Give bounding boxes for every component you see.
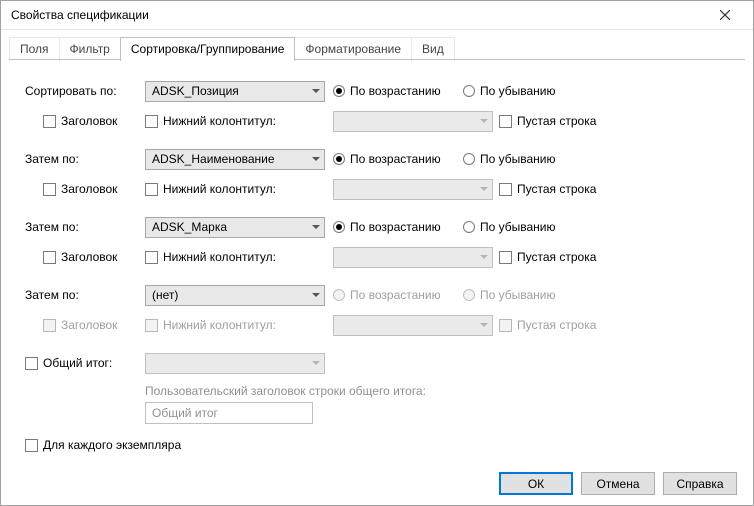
blank-line-checkbox-2[interactable] xyxy=(499,183,512,196)
ascending-radio-3[interactable] xyxy=(333,221,345,233)
cancel-button[interactable]: Отмена xyxy=(581,472,655,495)
close-icon xyxy=(720,10,730,20)
footer-label: Нижний колонтитул: xyxy=(163,114,276,128)
chevron-down-icon xyxy=(312,157,320,161)
grand-total-label: Общий итог: xyxy=(43,356,112,370)
sort-by-select-1[interactable]: ADSK_Позиция xyxy=(145,81,325,102)
chevron-down-icon xyxy=(312,361,320,365)
sort-by-select-4[interactable]: (нет) xyxy=(145,285,325,306)
ascending-radio-1[interactable] xyxy=(333,85,345,97)
tab-panel-sorting: Сортировать по: ADSK_Позиция По возраста… xyxy=(1,60,753,472)
chevron-down-icon xyxy=(480,119,488,123)
chevron-down-icon xyxy=(312,89,320,93)
header-checkbox-2[interactable] xyxy=(43,183,56,196)
per-instance-label: Для каждого экземпляра xyxy=(43,438,181,452)
footer-select-1[interactable] xyxy=(333,111,493,132)
blank-line-checkbox-1[interactable] xyxy=(499,115,512,128)
descending-radio-2[interactable] xyxy=(463,153,475,165)
grand-total-checkbox[interactable] xyxy=(25,357,38,370)
header-label: Заголовок xyxy=(61,114,117,128)
close-button[interactable] xyxy=(705,1,745,29)
dialog-window: Свойства спецификации Поля Фильтр Сортир… xyxy=(0,0,754,506)
blank-line-checkbox-3[interactable] xyxy=(499,251,512,264)
header-checkbox-3[interactable] xyxy=(43,251,56,264)
blank-line-checkbox-4 xyxy=(499,319,512,332)
sort-by-value-4: (нет) xyxy=(152,288,178,302)
sort-by-label: Сортировать по: xyxy=(25,84,145,98)
header-checkbox-4 xyxy=(43,319,56,332)
sort-by-select-2[interactable]: ADSK_Наименование xyxy=(145,149,325,170)
title-bar: Свойства спецификации xyxy=(1,1,753,30)
footer-checkbox-2[interactable] xyxy=(145,183,158,196)
per-instance-checkbox[interactable] xyxy=(25,439,38,452)
chevron-down-icon xyxy=(480,323,488,327)
header-checkbox-1[interactable] xyxy=(43,115,56,128)
grand-total-hint: Пользовательский заголовок строки общего… xyxy=(145,384,729,398)
dialog-footer: ОК Отмена Справка xyxy=(1,472,753,505)
dialog-title: Свойства спецификации xyxy=(11,8,705,22)
ok-button[interactable]: ОК xyxy=(499,472,573,495)
descending-radio-4 xyxy=(463,289,475,301)
sort-by-value-1: ADSK_Позиция xyxy=(152,84,239,98)
blank-line-label: Пустая строка xyxy=(517,114,596,128)
then-by-label: Затем по: xyxy=(25,220,145,234)
footer-select-2[interactable] xyxy=(333,179,493,200)
tab-fields[interactable]: Поля xyxy=(9,37,60,61)
sort-by-select-3[interactable]: ADSK_Марка xyxy=(145,217,325,238)
descending-label: По убыванию xyxy=(480,84,556,98)
footer-checkbox-3[interactable] xyxy=(145,251,158,264)
then-by-label: Затем по: xyxy=(25,152,145,166)
ascending-label: По возрастанию xyxy=(350,84,441,98)
chevron-down-icon xyxy=(480,255,488,259)
footer-checkbox-4 xyxy=(145,319,158,332)
help-button[interactable]: Справка xyxy=(663,472,737,495)
tab-strip: Поля Фильтр Сортировка/Группирование Фор… xyxy=(1,30,753,60)
footer-checkbox-1[interactable] xyxy=(145,115,158,128)
chevron-down-icon xyxy=(480,187,488,191)
sort-by-value-3: ADSK_Марка xyxy=(152,220,227,234)
grand-total-select[interactable] xyxy=(145,353,325,374)
sort-by-value-2: ADSK_Наименование xyxy=(152,152,275,166)
descending-radio-3[interactable] xyxy=(463,221,475,233)
chevron-down-icon xyxy=(312,293,320,297)
footer-select-4 xyxy=(333,315,493,336)
tab-sorting-grouping[interactable]: Сортировка/Группирование xyxy=(120,37,296,61)
footer-select-3[interactable] xyxy=(333,247,493,268)
tab-filter[interactable]: Фильтр xyxy=(59,37,121,61)
tab-appearance[interactable]: Вид xyxy=(411,37,455,61)
then-by-label: Затем по: xyxy=(25,288,145,302)
ascending-radio-2[interactable] xyxy=(333,153,345,165)
chevron-down-icon xyxy=(312,225,320,229)
grand-total-input[interactable]: Общий итог xyxy=(145,402,313,424)
ascending-radio-4 xyxy=(333,289,345,301)
descending-radio-1[interactable] xyxy=(463,85,475,97)
tab-formatting[interactable]: Форматирование xyxy=(294,37,412,61)
